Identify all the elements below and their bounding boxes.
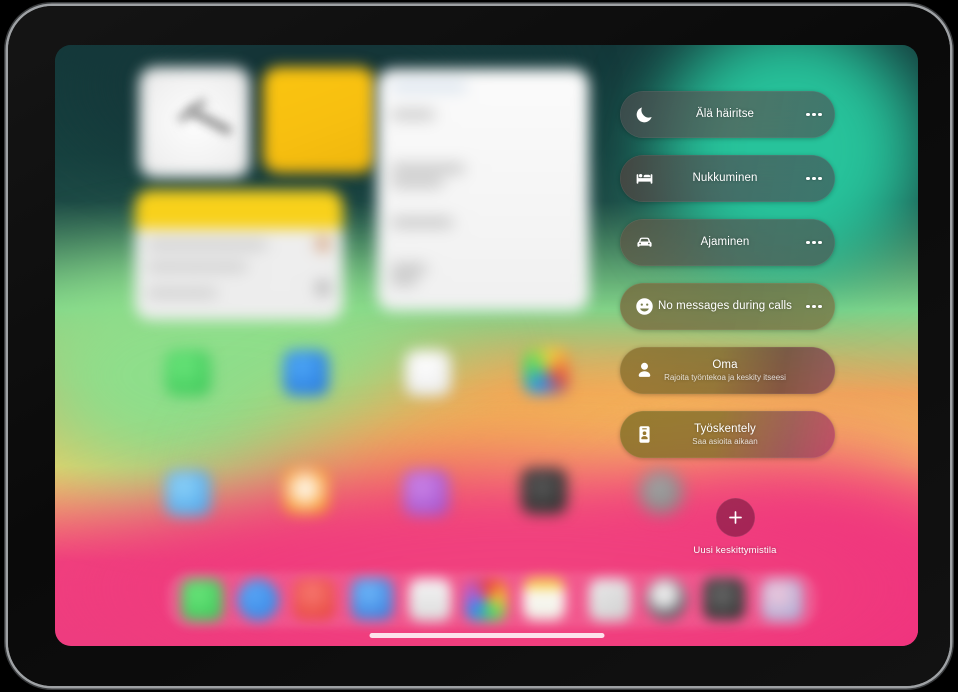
focus-modes-panel: Älä häiritse Nukkuminen Ajaminen No mess…: [620, 91, 850, 475]
widget-avatar: [317, 238, 329, 250]
app-icon[interactable]: [523, 348, 569, 394]
dock-app-icon[interactable]: [645, 578, 687, 620]
widget-text-line: [147, 290, 217, 296]
notes-widget[interactable]: [263, 67, 375, 173]
widget-text-line: [391, 219, 453, 226]
clock-widget[interactable]: [139, 67, 250, 178]
focus-mode-title: Ajaminen: [700, 236, 750, 248]
focus-mode-driving[interactable]: Ajaminen: [620, 219, 835, 266]
widget-text-line: [147, 264, 247, 270]
car-icon: [633, 232, 655, 254]
dock-app-icon[interactable]: [465, 579, 507, 621]
home-indicator[interactable]: [369, 633, 604, 638]
app-icon[interactable]: [165, 350, 211, 396]
focus-mode-text: Älä häiritse: [655, 108, 799, 121]
reminders-widget[interactable]: [135, 190, 343, 320]
add-focus-label: Uusi keskittymistila: [693, 545, 777, 556]
focus-mode-text: Nukkuminen: [655, 172, 799, 185]
person-icon: [633, 360, 655, 382]
app-icon[interactable]: [403, 470, 449, 516]
more-options-button[interactable]: [799, 240, 829, 245]
dock-app-icon[interactable]: [181, 579, 223, 621]
add-focus-button[interactable]: [715, 498, 755, 537]
app-icon[interactable]: [165, 470, 211, 516]
new-focus-section: Uusi keskittymistila: [620, 498, 850, 556]
moon-icon: [633, 104, 655, 126]
dock-app-icon[interactable]: [589, 579, 631, 621]
focus-mode-title: Älä häiritse: [695, 108, 755, 120]
focus-mode-title: Oma: [712, 358, 738, 371]
focus-mode-title: Työskentely: [694, 422, 756, 435]
widget-avatar: [317, 282, 329, 294]
focus-mode-tyoskentely[interactable]: Työskentely Saa asioita aikaan: [620, 411, 835, 458]
focus-mode-do-not-disturb[interactable]: Älä häiritse: [620, 91, 835, 138]
widget-text-line: [391, 179, 443, 186]
widget-text-line: [391, 265, 427, 272]
mail-list-widget[interactable]: [377, 69, 589, 311]
app-icon[interactable]: [283, 350, 329, 396]
dock-app-icon[interactable]: [237, 579, 279, 621]
widget-text-line: [147, 242, 267, 248]
app-icon[interactable]: [283, 468, 329, 514]
widget-text-line: [391, 165, 465, 172]
focus-mode-title: No messages during calls: [657, 300, 793, 312]
app-icon[interactable]: [405, 350, 451, 396]
focus-mode-text: Ajaminen: [655, 236, 799, 249]
dock-app-icon[interactable]: [351, 578, 393, 620]
app-icon[interactable]: [521, 468, 567, 514]
focus-mode-text: Työskentely Saa asioita aikaan: [655, 423, 799, 447]
dock-app-icon[interactable]: [409, 579, 451, 621]
tablet-screen: Älä häiritse Nukkuminen Ajaminen No mess…: [55, 45, 918, 646]
dock-app-icon[interactable]: [293, 578, 335, 620]
plus-icon: [728, 511, 742, 524]
more-options-button[interactable]: [799, 176, 829, 181]
more-options-button[interactable]: [799, 112, 829, 117]
dock-app-icon[interactable]: [703, 578, 745, 620]
dock-app-icon[interactable]: [523, 578, 565, 620]
focus-mode-oma[interactable]: Oma Rajoita työntekoa ja keskity itseesi: [620, 347, 835, 394]
focus-mode-text: No messages during calls: [655, 300, 799, 313]
tablet-device: Älä häiritse Nukkuminen Ajaminen No mess…: [8, 6, 950, 686]
dock-app-icon[interactable]: [761, 579, 803, 621]
focus-mode-text: Oma Rajoita työntekoa ja keskity itseesi: [655, 359, 799, 383]
bed-icon: [633, 168, 655, 190]
focus-mode-sleep[interactable]: Nukkuminen: [620, 155, 835, 202]
focus-mode-title: Nukkuminen: [692, 172, 758, 184]
id-badge-icon: [633, 424, 655, 446]
widget-text-line: [391, 277, 417, 284]
widget-text-line: [391, 111, 435, 118]
focus-mode-no-messages-during-calls[interactable]: No messages during calls: [620, 283, 835, 330]
smiley-face-icon: [633, 296, 655, 318]
widget-text-line: [391, 83, 467, 90]
focus-mode-subtitle: Rajoita työntekoa ja keskity itseesi: [664, 372, 786, 382]
more-options-button[interactable]: [799, 304, 829, 309]
focus-mode-subtitle: Saa asioita aikaan: [692, 436, 758, 446]
